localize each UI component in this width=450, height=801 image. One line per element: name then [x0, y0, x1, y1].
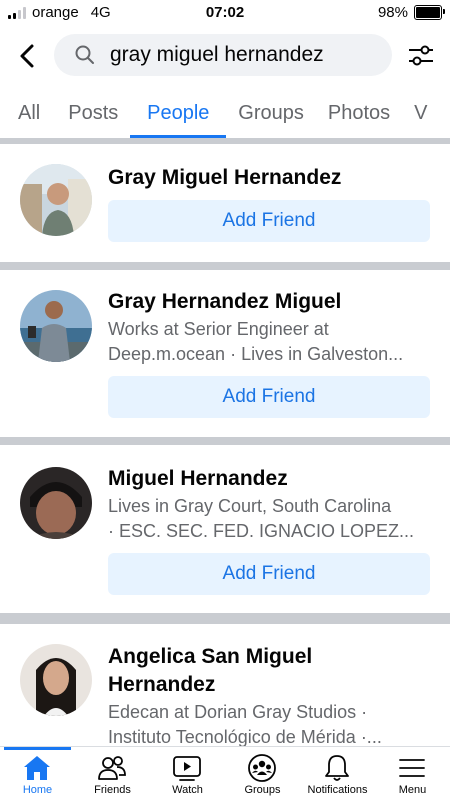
nav-home[interactable]: Home — [0, 747, 75, 801]
search-icon — [75, 45, 94, 64]
tab-all[interactable]: All — [0, 90, 56, 138]
add-friend-button[interactable]: Add Friend — [108, 553, 430, 595]
friends-icon — [98, 756, 126, 780]
add-friend-button[interactable]: Add Friend — [108, 200, 430, 242]
add-friend-button[interactable]: Add Friend — [108, 376, 430, 418]
tab-photos[interactable]: Photos — [316, 90, 402, 138]
result-detail-line: Instituto Tecnológico de Mérida ·... — [108, 727, 382, 746]
tab-people[interactable]: People — [130, 90, 227, 138]
result-detail-line: Deep.m.ocean · Lives in Galveston... — [108, 344, 404, 364]
result-detail-line: Edecan at Dorian Gray Studios · — [108, 702, 368, 722]
result-name[interactable]: Gray Miguel Hernandez — [108, 164, 428, 192]
filter-icon[interactable] — [406, 40, 436, 70]
tab-groups[interactable]: Groups — [226, 90, 316, 138]
battery-percent: 98% — [377, 4, 408, 21]
nav-menu[interactable]: Menu — [375, 747, 450, 801]
bottom-navigation: Home Friends Watch Groups Notifications … — [0, 746, 450, 801]
bell-icon — [325, 755, 349, 781]
search-input[interactable]: gray miguel hernandez — [54, 34, 392, 76]
section-divider — [0, 262, 450, 270]
home-icon — [24, 756, 50, 780]
status-bar: orange 4G 07:02 98% — [0, 0, 450, 24]
profile-photo — [20, 644, 92, 716]
result-detail-line: · ESC. SEC. FED. IGNACIO LOPEZ... — [108, 521, 415, 541]
search-result[interactable]: Angelica San Miguel Hernandez Edecan at … — [0, 624, 450, 746]
profile-photo — [20, 467, 92, 539]
avatar[interactable] — [20, 467, 92, 539]
search-header: gray miguel hernandez — [0, 34, 450, 78]
result-detail-line: Works at Serior Engineer at — [108, 319, 329, 339]
result-name[interactable]: Hernandez — [108, 671, 428, 699]
result-name[interactable]: Gray Hernandez Miguel — [108, 288, 428, 316]
menu-icon — [399, 759, 425, 777]
result-name[interactable]: Miguel Hernandez — [108, 465, 428, 493]
search-result[interactable]: Gray Miguel Hernandez Add Friend — [0, 144, 450, 262]
search-query[interactable]: gray miguel hernandez — [110, 43, 324, 67]
section-divider — [0, 613, 450, 624]
profile-photo — [20, 164, 92, 236]
back-arrow-icon[interactable] — [14, 42, 42, 70]
tab-videos[interactable]: V — [402, 90, 439, 138]
nav-friends[interactable]: Friends — [75, 747, 150, 801]
search-result[interactable]: Gray Hernandez Miguel Works at Serior En… — [0, 270, 450, 437]
avatar[interactable] — [20, 290, 92, 362]
profile-photo — [20, 290, 92, 362]
result-detail-line: Lives in Gray Court, South Carolina — [108, 496, 392, 516]
nav-groups[interactable]: Groups — [225, 747, 300, 801]
avatar[interactable] — [20, 644, 92, 716]
result-name[interactable]: Angelica San Miguel — [108, 643, 428, 671]
nav-notifications[interactable]: Notifications — [300, 747, 375, 801]
tab-posts[interactable]: Posts — [56, 90, 130, 138]
active-tab-indicator — [4, 747, 71, 750]
search-result[interactable]: Miguel Hernandez Lives in Gray Court, So… — [0, 445, 450, 613]
nav-label: Menu — [398, 784, 427, 796]
battery-icon — [414, 5, 445, 20]
battery-info: 98% — [377, 4, 445, 21]
section-divider — [0, 437, 450, 445]
groups-icon — [248, 754, 276, 782]
avatar[interactable] — [20, 164, 92, 236]
watch-icon — [173, 756, 201, 781]
nav-watch[interactable]: Watch — [150, 747, 225, 801]
search-filter-tabs: All Posts People Groups Photos V — [0, 90, 450, 138]
